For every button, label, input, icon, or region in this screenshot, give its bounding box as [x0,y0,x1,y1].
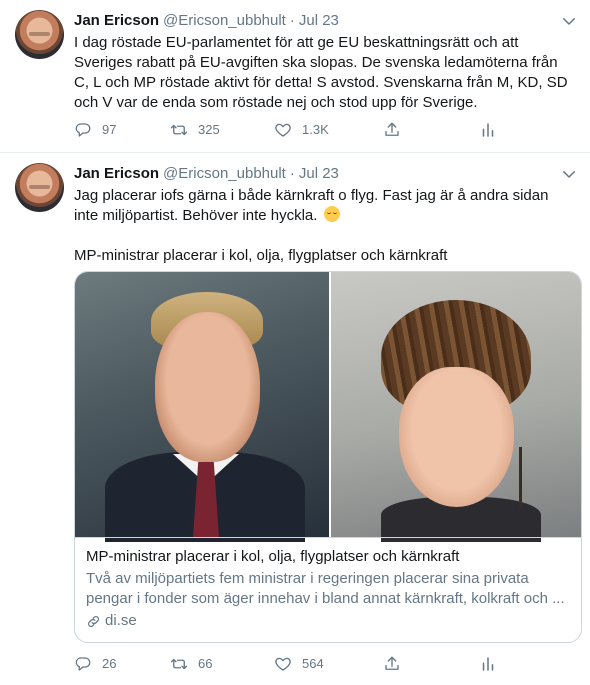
like-button[interactable]: 564 [274,654,324,674]
photo-right [331,272,581,542]
link-preview-card[interactable]: MP-ministrar placerar i kol, olja, flygp… [74,271,582,643]
tweet-actions: 97 325 1.3K [74,120,574,140]
analytics-button[interactable] [479,120,507,140]
reply-icon [75,123,91,137]
card-domain-text: di.se [105,612,137,629]
retweet-button[interactable]: 66 [170,654,212,674]
tweet-body-headline: MP-ministrar placerar i kol, olja, flygp… [74,247,448,264]
card-description: Två av miljöpartiets fem ministrar i reg… [86,570,565,607]
card-body: MP-ministrar placerar i kol, olja, flygp… [86,547,572,631]
reply-count: 26 [102,656,117,671]
card-title: MP-ministrar placerar i kol, olja, flygp… [86,548,460,565]
author-name[interactable]: Jan Ericson [74,165,159,182]
chevron-down-icon[interactable] [560,165,578,183]
card-image [75,272,581,542]
separator-dot: · [289,165,295,182]
reply-icon [75,657,91,671]
share-button[interactable] [383,120,411,140]
retweet-count: 66 [198,656,213,671]
photo-left [75,272,329,542]
chevron-down-icon[interactable] [560,12,578,30]
separator-dot: · [289,12,295,29]
tweet[interactable]: Jan Ericson @Ericson_ubbhult · Jul 23 I dag… [0,0,590,153]
card-domain: di.se [86,611,572,631]
retweet-count: 325 [198,122,220,137]
like-count: 564 [302,656,324,671]
tweet-body: I dag röstade EU-parlamentet för att ge … [74,34,568,111]
tweet-text: Jag placerar iofs gärna i både kärnkraft… [74,186,574,266]
smirking-face-icon [323,206,340,222]
avatar[interactable] [15,10,64,59]
retweet-button[interactable]: 325 [170,120,220,140]
author-handle[interactable]: @Ericson_ubbhult [163,165,286,182]
analytics-icon [482,123,494,137]
divider [75,537,581,538]
tweet-actions: 26 66 564 [74,654,574,674]
reply-count: 97 [102,122,117,137]
tweet-date[interactable]: Jul 23 [299,165,339,182]
analytics-icon [482,657,494,671]
tweet[interactable]: Jan Ericson @Ericson_ubbhult · Jul 23 Jag p… [0,153,590,685]
heart-icon [275,657,291,671]
tweet-body: Jag placerar iofs gärna i både kärnkraft… [74,187,549,224]
tweet-header: Jan Ericson @Ericson_ubbhult · Jul 23 [74,11,339,31]
tweet-header: Jan Ericson @Ericson_ubbhult · Jul 23 [74,164,339,184]
like-button[interactable]: 1.3K [274,120,329,140]
avatar[interactable] [15,163,64,212]
retweet-icon [170,658,188,670]
tweet-date[interactable]: Jul 23 [299,12,339,29]
tweet-text: I dag röstade EU-parlamentet för att ge … [74,33,574,113]
link-icon [88,615,99,627]
share-icon [385,656,399,670]
share-icon [385,122,399,136]
author-name[interactable]: Jan Ericson [74,12,159,29]
heart-icon [275,123,291,137]
author-handle[interactable]: @Ericson_ubbhult [163,12,286,29]
reply-button[interactable]: 26 [74,654,116,674]
retweet-icon [170,124,188,136]
analytics-button[interactable] [479,654,507,674]
share-button[interactable] [383,654,411,674]
tweet-body-line: Jag placerar iofs gärna i både kärnkraft… [74,186,574,226]
reply-button[interactable]: 97 [74,120,116,140]
like-count: 1.3K [302,122,329,137]
